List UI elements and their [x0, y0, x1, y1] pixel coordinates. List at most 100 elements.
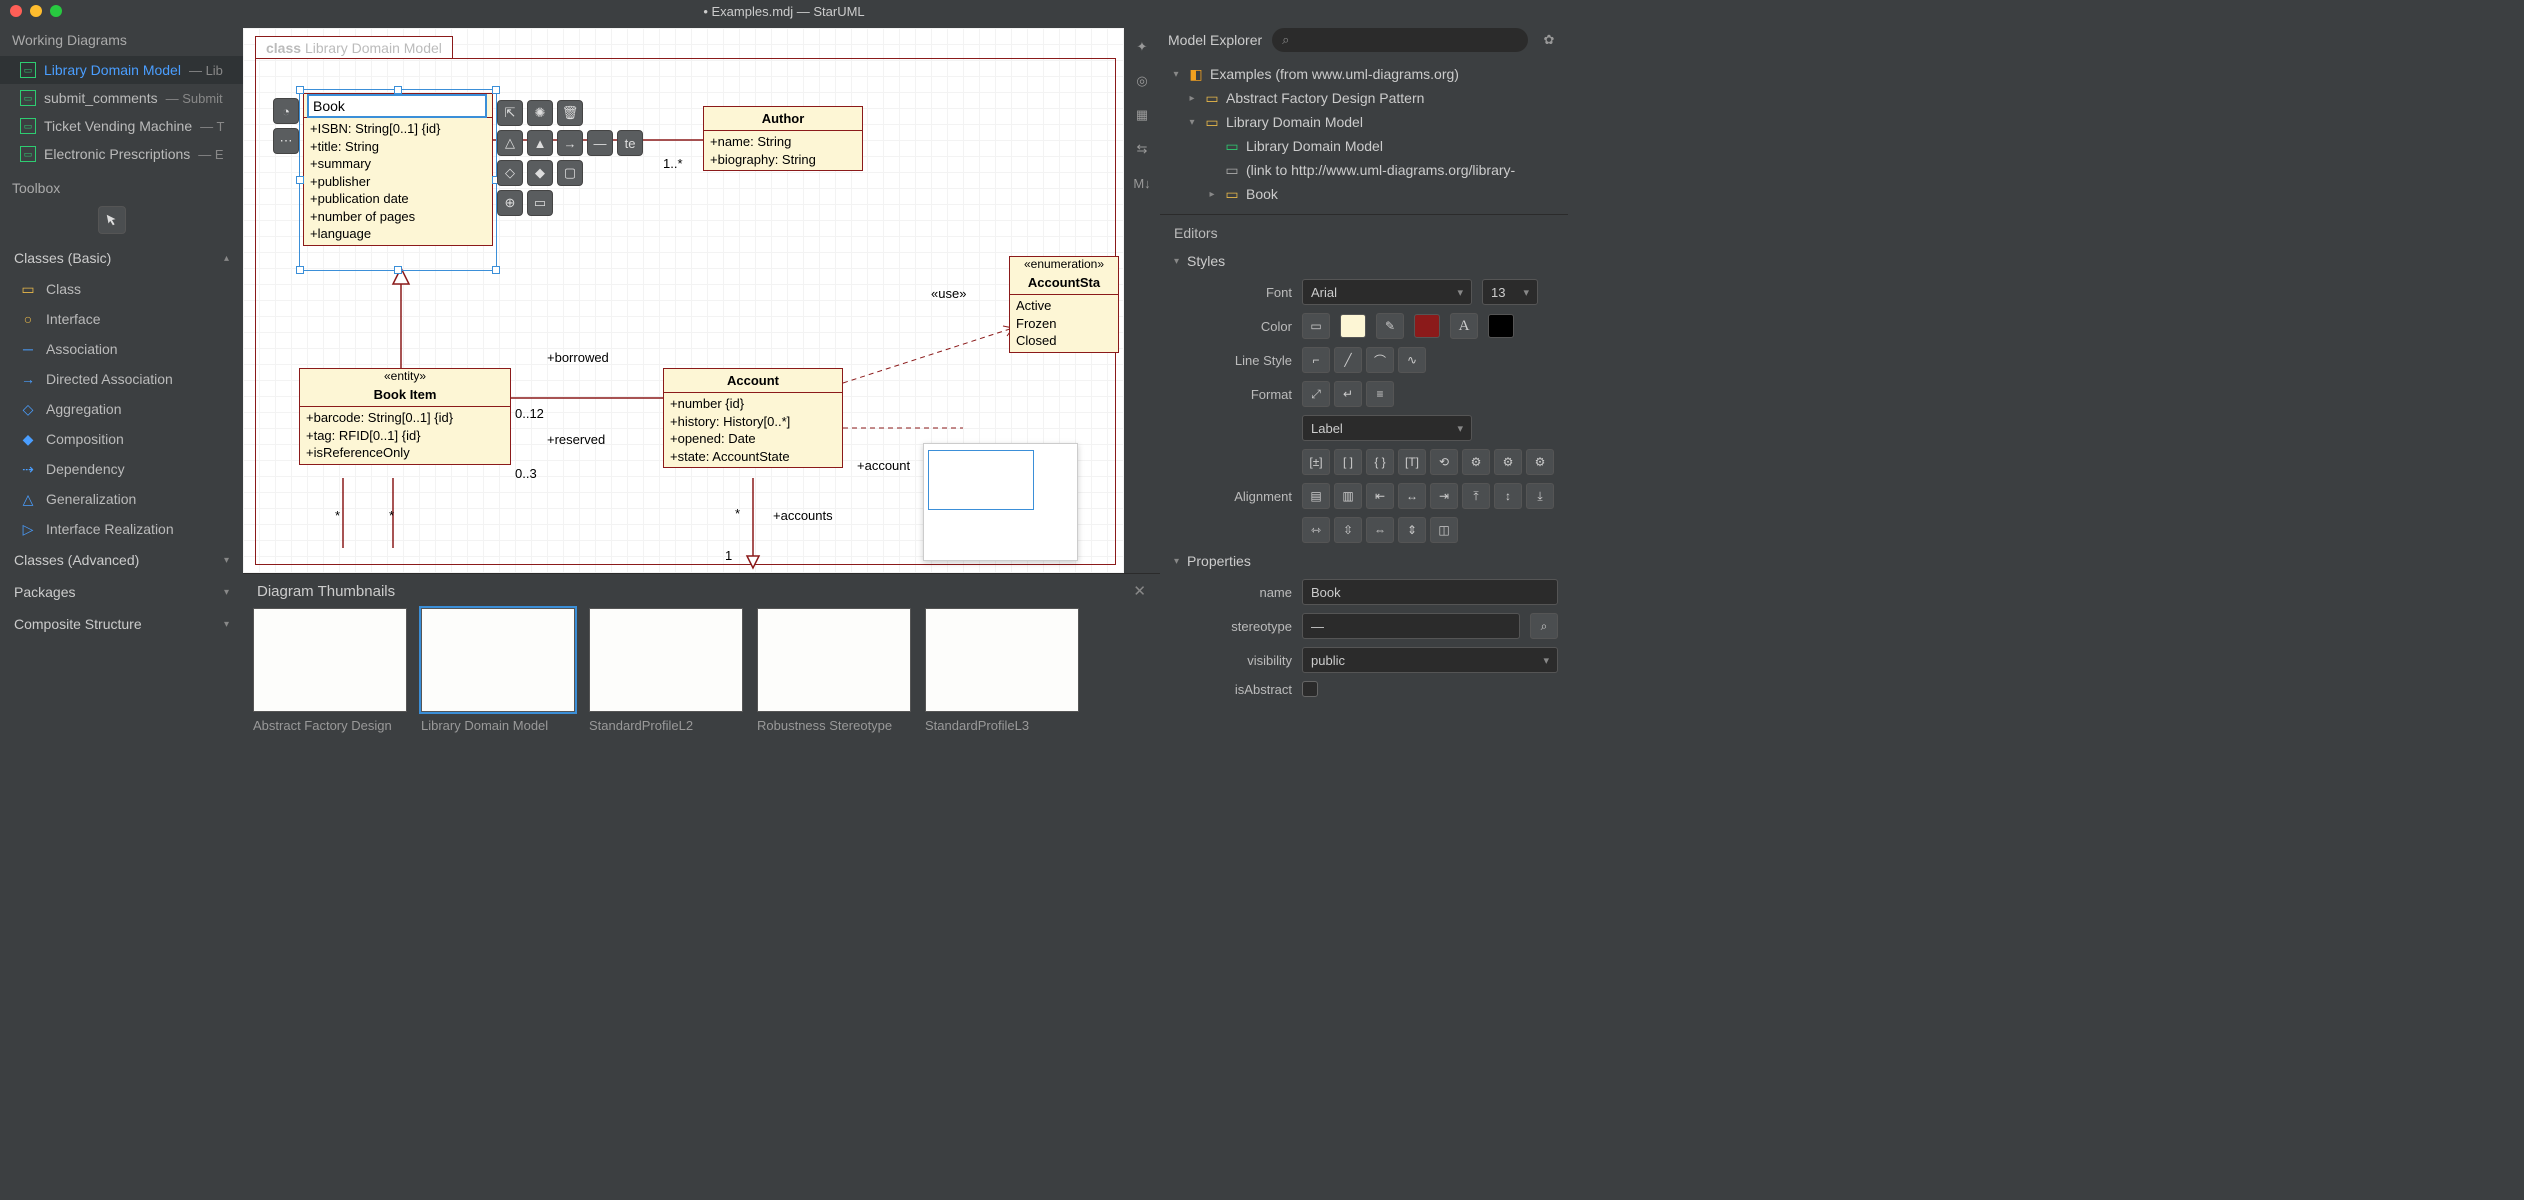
- uml-enum-accountstate[interactable]: «enumeration» AccountSta ActiveFrozenClo…: [1009, 256, 1119, 353]
- toolbox-section-classes-basic[interactable]: Classes (Basic)▴: [0, 242, 243, 274]
- fill-swatch[interactable]: [1340, 314, 1366, 338]
- stereotype-display-select[interactable]: Label: [1302, 415, 1472, 441]
- uml-class-author[interactable]: Author +name: String+biography: String: [703, 106, 863, 171]
- toolbox-item-comp[interactable]: ◆Composition: [0, 424, 243, 454]
- quick-gen-button[interactable]: △: [497, 130, 523, 156]
- show-type-button[interactable]: { }: [1366, 449, 1394, 475]
- align-middle-button[interactable]: ↕: [1494, 483, 1522, 509]
- minimap[interactable]: [923, 443, 1078, 561]
- line-rounded-button[interactable]: ⌒: [1366, 347, 1394, 373]
- quick-real-button[interactable]: ▲: [527, 130, 553, 156]
- suppress-recv-button[interactable]: ⚙: [1526, 449, 1554, 475]
- diagram-canvas[interactable]: class Library Domain Model: [243, 28, 1124, 573]
- selection-tool-button[interactable]: [98, 206, 126, 234]
- line-swatch[interactable]: [1414, 314, 1440, 338]
- prop-isabstract-checkbox[interactable]: [1302, 681, 1318, 697]
- prop-visibility-select[interactable]: public: [1302, 647, 1558, 673]
- properties-section-header[interactable]: ▾Properties: [1160, 547, 1568, 575]
- thumbnail-item[interactable]: Robustness Stereotype: [757, 608, 911, 733]
- toolbox-item-assoc[interactable]: ─Association: [0, 334, 243, 364]
- bring-front-button[interactable]: ▤: [1302, 483, 1330, 509]
- quick-port-button[interactable]: ▢: [557, 160, 583, 186]
- line-curve-button[interactable]: ∿: [1398, 347, 1426, 373]
- align-top-button[interactable]: ⤒: [1462, 483, 1490, 509]
- share-icon[interactable]: ⇆: [1131, 138, 1153, 160]
- align-bottom-button[interactable]: ⤓: [1526, 483, 1554, 509]
- close-thumbnails-button[interactable]: ✕: [1133, 582, 1146, 600]
- quick-delete-button[interactable]: 🗑: [557, 100, 583, 126]
- quick-settings-button[interactable]: ✺: [527, 100, 553, 126]
- working-diagram-item[interactable]: ▭ Ticket Vending Machine — T: [0, 112, 243, 140]
- styles-section-header[interactable]: ▾Styles: [1160, 247, 1568, 275]
- tree-node-model[interactable]: ▸▭Abstract Factory Design Pattern: [1166, 86, 1568, 110]
- text-color-button[interactable]: A: [1450, 313, 1478, 339]
- minimap-viewport[interactable]: [928, 450, 1034, 510]
- show-namespace-button[interactable]: [ ]: [1334, 449, 1362, 475]
- quick-comp-button[interactable]: ◆: [527, 160, 553, 186]
- quick-add-attr-button[interactable]: ⋯: [273, 128, 299, 154]
- prop-stereotype-field[interactable]: —: [1302, 613, 1520, 639]
- target-icon[interactable]: ◎: [1131, 70, 1153, 92]
- match-width-button[interactable]: ⇔: [1366, 517, 1394, 543]
- match-height-button[interactable]: ⇕: [1398, 517, 1426, 543]
- font-size-select[interactable]: 13: [1482, 279, 1538, 305]
- tree-node-model[interactable]: ▾▭Library Domain Model: [1166, 110, 1568, 134]
- quick-assoc-button[interactable]: —: [587, 130, 613, 156]
- show-shadow-button[interactable]: ≡: [1366, 381, 1394, 407]
- quick-nested-button[interactable]: ⊕: [497, 190, 523, 216]
- thumbnail-item[interactable]: Abstract Factory Design: [253, 608, 407, 733]
- distribute-h-button[interactable]: ⇿: [1302, 517, 1330, 543]
- send-back-button[interactable]: ▥: [1334, 483, 1362, 509]
- tree-node-link[interactable]: ▭(link to http://www.uml-diagrams.org/li…: [1166, 158, 1568, 182]
- line-oblique-button[interactable]: ╱: [1334, 347, 1362, 373]
- show-property-button[interactable]: [T]: [1398, 449, 1426, 475]
- grid-icon[interactable]: ▦: [1131, 104, 1153, 126]
- model-explorer-search[interactable]: ⌕: [1272, 28, 1528, 52]
- quick-link-button[interactable]: ⇱: [497, 100, 523, 126]
- working-diagram-item[interactable]: ▭ Library Domain Model — Lib: [0, 56, 243, 84]
- thumbnail-item[interactable]: StandardProfileL3: [925, 608, 1079, 733]
- fill-color-button[interactable]: ▭: [1302, 313, 1330, 339]
- tree-node-diagram[interactable]: ▭Library Domain Model: [1166, 134, 1568, 158]
- suppress-op-button[interactable]: ⚙: [1494, 449, 1522, 475]
- prop-name-field[interactable]: Book: [1302, 579, 1558, 605]
- quick-more-button[interactable]: te: [617, 130, 643, 156]
- word-wrap-button[interactable]: ↵: [1334, 381, 1362, 407]
- auto-resize-button[interactable]: ⤢: [1302, 381, 1330, 407]
- align-center-button[interactable]: ↔: [1398, 483, 1426, 509]
- suppress-attr-button[interactable]: ⚙: [1462, 449, 1490, 475]
- toolbox-item-dassoc[interactable]: →Directed Association: [0, 364, 243, 394]
- quick-agg-button[interactable]: ◇: [497, 160, 523, 186]
- quick-visibility-button[interactable]: ◔: [273, 98, 299, 124]
- toolbox-section-composite[interactable]: Composite Structure▾: [0, 608, 243, 640]
- line-color-button[interactable]: ✎: [1376, 313, 1404, 339]
- line-rectilinear-button[interactable]: ⌐: [1302, 347, 1330, 373]
- zoom-window-button[interactable]: [50, 5, 62, 17]
- uml-class-account[interactable]: Account +number {id}+history: History[0.…: [663, 368, 843, 468]
- extensions-icon[interactable]: ✦: [1131, 36, 1153, 58]
- tree-node-class[interactable]: ▸▭Book: [1166, 182, 1568, 206]
- uml-class-bookitem[interactable]: «entity» Book Item +barcode: String[0..1…: [299, 368, 511, 465]
- quick-note-button[interactable]: ▭: [527, 190, 553, 216]
- stereotype-browse-button[interactable]: ⌕: [1530, 613, 1558, 639]
- class-name-editor[interactable]: [307, 94, 487, 118]
- close-window-button[interactable]: [10, 5, 22, 17]
- toolbox-item-dep[interactable]: ⇢Dependency: [0, 454, 243, 484]
- markdown-icon[interactable]: M↓: [1131, 172, 1153, 194]
- thumbnail-item[interactable]: Library Domain Model: [421, 608, 575, 733]
- toolbox-item-interface[interactable]: ○Interface: [0, 304, 243, 334]
- show-visibility-button[interactable]: [±]: [1302, 449, 1330, 475]
- toolbox-item-agg[interactable]: ◇Aggregation: [0, 394, 243, 424]
- working-diagram-item[interactable]: ▭ Electronic Prescriptions — E: [0, 140, 243, 168]
- align-left-button[interactable]: ⇤: [1366, 483, 1394, 509]
- tree-node-project[interactable]: ▾◧Examples (from www.uml-diagrams.org): [1166, 62, 1568, 86]
- toolbox-item-class[interactable]: ▭Class: [0, 274, 243, 304]
- align-right-button[interactable]: ⇥: [1430, 483, 1458, 509]
- match-size-button[interactable]: ◫: [1430, 517, 1458, 543]
- show-operation-button[interactable]: ⟲: [1430, 449, 1458, 475]
- thumbnail-item[interactable]: StandardProfileL2: [589, 608, 743, 733]
- toolbox-item-gen[interactable]: △Generalization: [0, 484, 243, 514]
- working-diagram-item[interactable]: ▭ submit_comments — Submit: [0, 84, 243, 112]
- text-swatch[interactable]: [1488, 314, 1514, 338]
- toolbox-item-real[interactable]: ▷Interface Realization: [0, 514, 243, 544]
